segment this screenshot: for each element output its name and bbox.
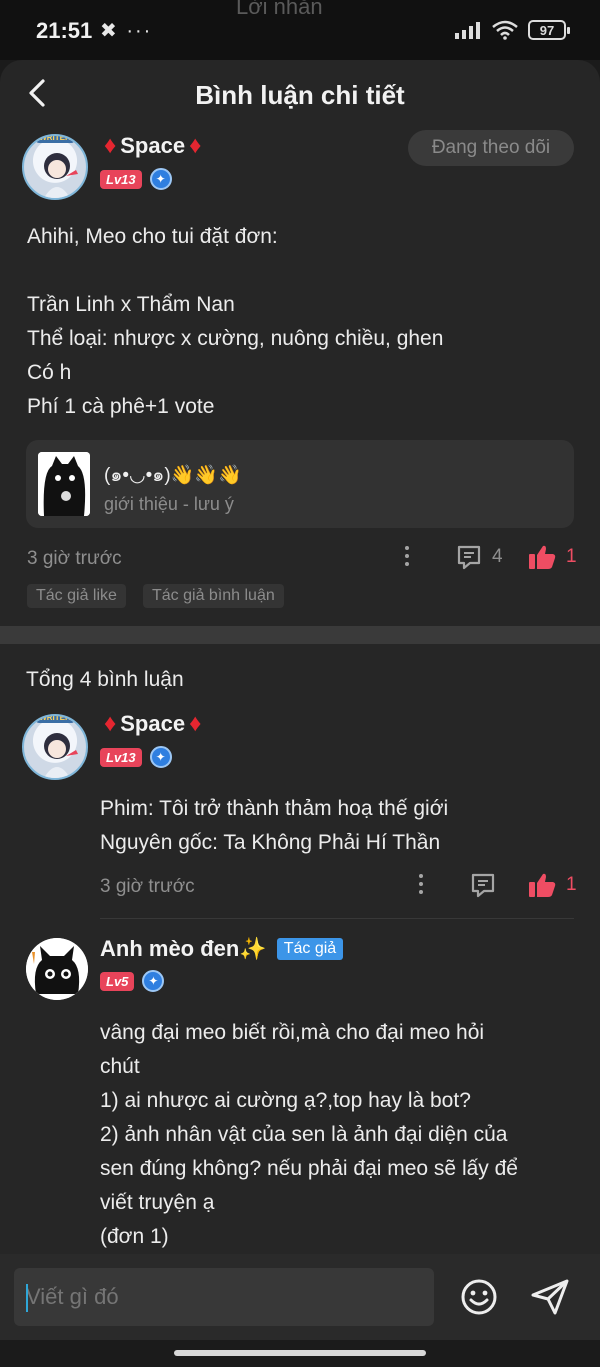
comment-body: Phim: Tôi trở thành thảm hoạ thế giới Ng… — [100, 797, 449, 854]
linked-subtitle: giới thiệu - lưu ý — [104, 494, 234, 514]
reply-button[interactable] — [470, 872, 496, 898]
emoji-icon — [461, 1279, 497, 1315]
verified-icon: ✦ — [142, 970, 165, 992]
level-badge: Lv5 — [100, 971, 135, 991]
author-name: Anh mèo đen✨ — [100, 936, 267, 961]
like-count: 1 — [566, 874, 577, 895]
avatar[interactable]: WRITER — [22, 714, 88, 780]
send-icon — [531, 1279, 569, 1315]
author-name: Space — [120, 133, 186, 158]
send-button[interactable] — [530, 1278, 570, 1316]
author-badges: Lv13 ✦ — [100, 168, 172, 190]
author-name: Space — [120, 711, 186, 736]
comment-body: vâng đại meo biết rồi,mà cho đại meo hỏi… — [100, 1021, 518, 1248]
diamond-icon: ♦ — [104, 132, 117, 159]
battery-icon: 97 — [528, 20, 570, 40]
comment-detail-sheet: Bình luận chi tiết WRITER ♦ Space ♦ Lv13… — [0, 60, 600, 1340]
author-tag: Tác giả — [276, 938, 344, 960]
home-indicator[interactable] — [174, 1350, 426, 1356]
author-name-row[interactable]: ♦ Space ♦ — [104, 132, 201, 160]
post-time: 3 giờ trước — [27, 548, 122, 569]
diamond-icon: ♦ — [189, 710, 202, 737]
writer-badge: WRITER — [35, 136, 75, 143]
author-badges: Lv5 ✦ — [100, 970, 165, 992]
black-cat-image — [38, 452, 90, 516]
like-button[interactable]: 1 — [528, 872, 577, 898]
status-time: 21:51 — [36, 18, 93, 43]
black-cat-avatar — [26, 938, 88, 1000]
linked-title: (๑•◡•๑)👋👋👋 — [104, 465, 242, 486]
linked-post-card[interactable]: (๑•◡•๑)👋👋👋 giới thiệu - lưu ý — [26, 440, 574, 528]
comment-icon — [457, 545, 481, 570]
comment-input[interactable] — [14, 1268, 434, 1326]
level-badge: Lv13 — [100, 169, 142, 189]
post-body: Ahihi, Meo cho tui đặt đơn: Trần Linh x … — [27, 225, 444, 418]
avatar[interactable] — [26, 938, 88, 1000]
writer-badge: WRITER — [35, 716, 75, 723]
more-icon[interactable] — [405, 542, 411, 570]
author-badges: Lv13 ✦ — [100, 746, 172, 768]
comment-button[interactable]: 4 — [456, 544, 503, 570]
status-bar: Lời nhắn 21:51 ✖ ··· 97 — [0, 0, 600, 60]
linked-thumbnail — [38, 452, 90, 516]
comment-icon — [471, 873, 495, 898]
like-button[interactable]: 1 — [528, 544, 577, 570]
diamond-icon: ♦ — [189, 132, 202, 159]
section-divider — [0, 626, 600, 644]
navigation-bar — [0, 1340, 600, 1367]
content-scroll[interactable]: WRITER ♦ Space ♦ Lv13 ✦ Đang theo dõi Ah… — [0, 130, 600, 1254]
comment-time: 3 giờ trước — [100, 876, 195, 897]
author-name-row[interactable]: ♦ Space ♦ — [104, 710, 201, 738]
avatar-illustration — [44, 733, 78, 778]
text-caret — [26, 1284, 28, 1312]
author-name-row[interactable]: Anh mèo đen✨ Tác giả — [100, 936, 344, 962]
composer-bar — [0, 1254, 600, 1340]
comment-divider — [100, 918, 574, 919]
avatar[interactable]: WRITER — [22, 134, 88, 200]
verified-icon: ✦ — [149, 746, 172, 768]
notification-icons: ✖ ··· — [100, 20, 153, 42]
author-liked-tag: Tác giả like — [27, 584, 126, 608]
page-title: Bình luận chi tiết — [195, 80, 405, 110]
wifi-icon — [492, 20, 518, 40]
verified-icon: ✦ — [149, 168, 172, 190]
comments-count-title: Tổng 4 bình luận — [26, 668, 184, 691]
follow-button[interactable]: Đang theo dõi — [408, 130, 574, 166]
level-badge: Lv13 — [100, 747, 142, 767]
emoji-button[interactable] — [460, 1278, 498, 1316]
system-icons: 97 — [454, 20, 570, 40]
author-commented-tag: Tác giả bình luận — [143, 584, 284, 608]
diamond-icon: ♦ — [104, 710, 117, 737]
background-title: Lời nhắn — [236, 0, 323, 19]
thumbs-up-icon — [529, 873, 556, 897]
thumbs-up-icon — [529, 545, 556, 569]
comment-count: 4 — [492, 546, 503, 567]
header: Bình luận chi tiết — [0, 60, 600, 130]
avatar-illustration — [44, 153, 78, 198]
like-count: 1 — [566, 546, 577, 567]
signal-icon — [455, 22, 480, 39]
more-icon[interactable] — [419, 870, 425, 898]
